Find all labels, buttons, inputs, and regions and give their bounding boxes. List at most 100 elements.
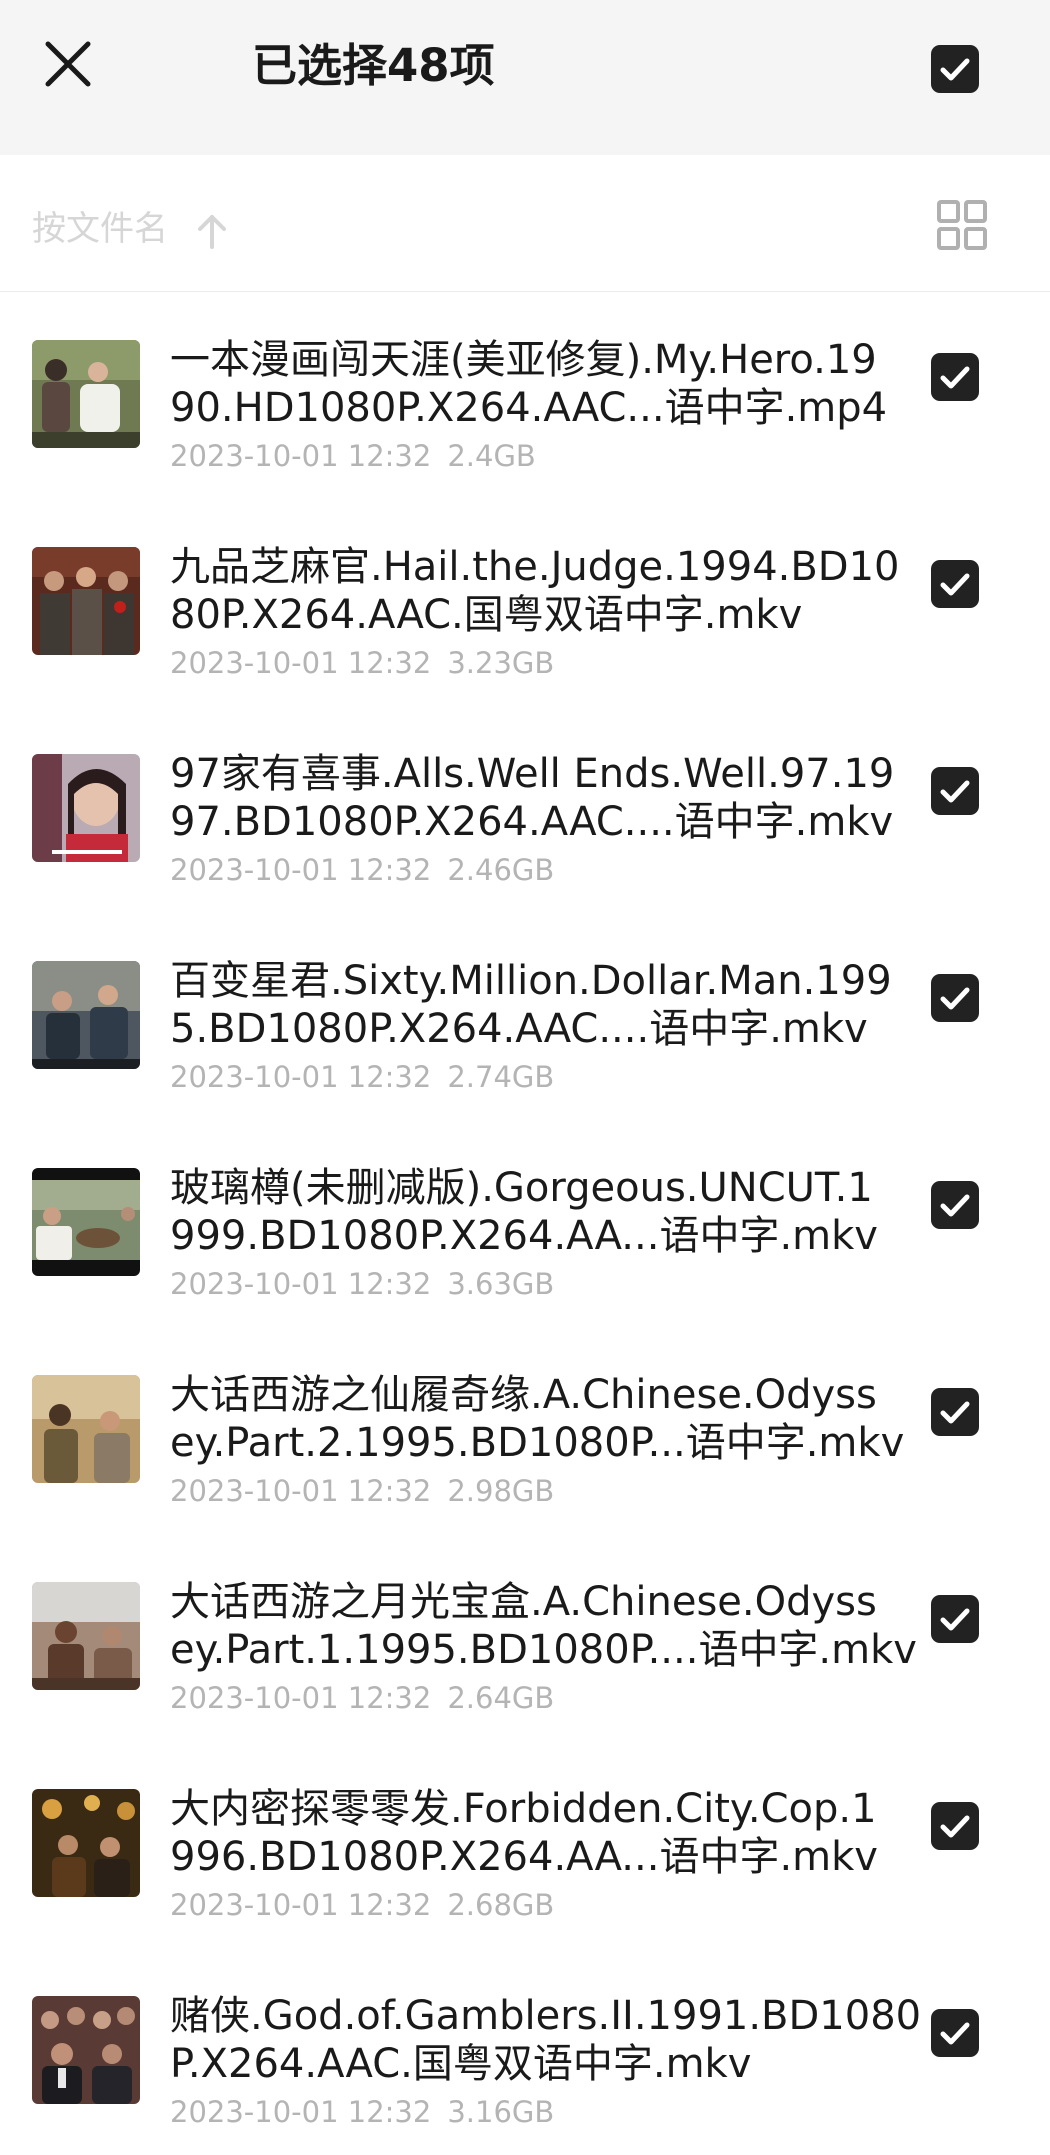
video-thumbnail (32, 1582, 140, 1690)
file-name: 一本漫画闯天涯(美亚修复).My.Hero.19 90.HD1080P.X264… (170, 336, 920, 432)
file-date: 2023-10-01 12:32 (170, 853, 432, 887)
file-name-line: 九品芝麻官.Hail.the.Judge.1994.BD10 (170, 544, 900, 590)
file-date: 2023-10-01 12:32 (170, 1060, 432, 1094)
file-name: 大内密探零零发.Forbidden.City.Cop.1 996.BD1080P… (170, 1785, 920, 1881)
file-name-line: 996.BD1080P.X264.AA...语中字.mkv (170, 1834, 878, 1880)
close-button[interactable] (36, 32, 100, 96)
file-meta: 2023-10-01 12:32 3.16GB (170, 2094, 554, 2130)
file-meta: 2023-10-01 12:32 2.74GB (170, 1059, 554, 1095)
file-meta: 2023-10-01 12:32 2.98GB (170, 1473, 554, 1509)
file-date: 2023-10-01 12:32 (170, 646, 432, 680)
row-checkbox[interactable] (930, 1801, 980, 1851)
video-thumbnail (32, 754, 140, 862)
file-name: 玻璃樽(未删减版).Gorgeous.UNCUT.1 999.BD1080P.X… (170, 1164, 920, 1260)
row-checkbox[interactable] (930, 352, 980, 402)
file-date: 2023-10-01 12:32 (170, 439, 432, 473)
file-row[interactable]: 一本漫画闯天涯(美亚修复).My.Hero.19 90.HD1080P.X264… (0, 292, 1050, 499)
file-date: 2023-10-01 12:32 (170, 1681, 432, 1715)
sort-bar: 按文件名 (0, 155, 1050, 292)
video-thumbnail (32, 1789, 140, 1897)
row-checkbox[interactable] (930, 1180, 980, 1230)
checkbox-checked-icon (931, 1181, 979, 1229)
file-row[interactable]: 97家有喜事.Alls.Well Ends.Well.97.19 97.BD10… (0, 706, 1050, 913)
file-name: 百变星君.Sixty.Million.Dollar.Man.199 5.BD10… (170, 957, 920, 1053)
video-thumbnail (32, 1375, 140, 1483)
video-thumbnail (32, 547, 140, 655)
video-thumbnail (32, 340, 140, 448)
file-name-line: 5.BD1080P.X264.AAC....语中字.mkv (170, 1006, 868, 1052)
video-thumbnail (32, 1168, 140, 1276)
file-name-line: ey.Part.2.1995.BD1080P...语中字.mkv (170, 1420, 905, 1466)
close-icon (45, 41, 91, 87)
file-name: 九品芝麻官.Hail.the.Judge.1994.BD10 80P.X264.… (170, 543, 920, 639)
file-name: 大话西游之仙履奇缘.A.Chinese.Odyss ey.Part.2.1995… (170, 1371, 920, 1467)
file-name-line: 大话西游之仙履奇缘.A.Chinese.Odyss (170, 1372, 877, 1418)
grid-view-icon[interactable] (936, 199, 988, 251)
file-date: 2023-10-01 12:32 (170, 2095, 432, 2129)
file-size: 2.68GB (447, 1888, 555, 1922)
row-checkbox[interactable] (930, 973, 980, 1023)
file-date: 2023-10-01 12:32 (170, 1267, 432, 1301)
checkbox-checked-icon (931, 45, 979, 93)
select-all-checkbox[interactable] (930, 44, 980, 94)
file-date: 2023-10-01 12:32 (170, 1474, 432, 1508)
file-size: 2.74GB (447, 1060, 555, 1094)
selection-header: 已选择48项 (0, 0, 1050, 155)
file-date: 2023-10-01 12:32 (170, 1888, 432, 1922)
file-name: 97家有喜事.Alls.Well Ends.Well.97.19 97.BD10… (170, 750, 920, 846)
checkbox-checked-icon (931, 1388, 979, 1436)
file-size: 3.63GB (447, 1267, 555, 1301)
sort-by-filename-button[interactable]: 按文件名 (32, 207, 168, 251)
row-checkbox[interactable] (930, 2008, 980, 2058)
checkbox-checked-icon (931, 353, 979, 401)
file-row[interactable]: 大话西游之仙履奇缘.A.Chinese.Odyss ey.Part.2.1995… (0, 1327, 1050, 1534)
file-meta: 2023-10-01 12:32 2.68GB (170, 1887, 554, 1923)
file-name-line: 80P.X264.AAC.国粤双语中字.mkv (170, 592, 803, 638)
file-meta: 2023-10-01 12:32 2.64GB (170, 1680, 554, 1716)
arrow-up-icon[interactable] (192, 211, 232, 251)
video-thumbnail (32, 961, 140, 1069)
file-name-line: 大话西游之月光宝盒.A.Chinese.Odyss (170, 1579, 877, 1625)
file-meta: 2023-10-01 12:32 2.46GB (170, 852, 554, 888)
file-name: 大话西游之月光宝盒.A.Chinese.Odyss ey.Part.1.1995… (170, 1578, 920, 1674)
file-name-line: 百变星君.Sixty.Million.Dollar.Man.199 (170, 958, 892, 1004)
checkbox-checked-icon (931, 974, 979, 1022)
row-checkbox[interactable] (930, 766, 980, 816)
checkbox-checked-icon (931, 560, 979, 608)
file-name-line: 玻璃樽(未删减版).Gorgeous.UNCUT.1 (170, 1165, 873, 1211)
file-name-line: 97家有喜事.Alls.Well Ends.Well.97.19 (170, 751, 895, 797)
checkbox-checked-icon (931, 1595, 979, 1643)
file-meta: 2023-10-01 12:32 3.23GB (170, 645, 554, 681)
file-size: 2.46GB (447, 853, 555, 887)
file-name-line: 大内密探零零发.Forbidden.City.Cop.1 (170, 1786, 877, 1832)
checkbox-checked-icon (931, 2009, 979, 2057)
file-row[interactable]: 玻璃樽(未删减版).Gorgeous.UNCUT.1 999.BD1080P.X… (0, 1120, 1050, 1327)
file-name-line: ey.Part.1.1995.BD1080P....语中字.mkv (170, 1627, 917, 1673)
row-checkbox[interactable] (930, 559, 980, 609)
file-size: 3.16GB (447, 2095, 555, 2129)
video-thumbnail (32, 1996, 140, 2104)
file-name-line: 赌侠.God.of.Gamblers.II.1991.BD1080 (170, 1993, 920, 2039)
file-size: 3.23GB (447, 646, 555, 680)
file-name-line: 一本漫画闯天涯(美亚修复).My.Hero.19 (170, 337, 877, 383)
file-size: 2.64GB (447, 1681, 555, 1715)
file-name-line: 90.HD1080P.X264.AAC...语中字.mp4 (170, 385, 888, 431)
file-meta: 2023-10-01 12:32 3.63GB (170, 1266, 554, 1302)
file-size: 2.98GB (447, 1474, 555, 1508)
page-title: 已选择48项 (252, 39, 495, 92)
file-name: 赌侠.God.of.Gamblers.II.1991.BD1080 P.X264… (170, 1992, 920, 2088)
file-row[interactable]: 大话西游之月光宝盒.A.Chinese.Odyss ey.Part.1.1995… (0, 1534, 1050, 1741)
file-name-line: P.X264.AAC.国粤双语中字.mkv (170, 2041, 752, 2087)
file-name-line: 999.BD1080P.X264.AA...语中字.mkv (170, 1213, 878, 1259)
file-row[interactable]: 百变星君.Sixty.Million.Dollar.Man.199 5.BD10… (0, 913, 1050, 1120)
file-row[interactable]: 大内密探零零发.Forbidden.City.Cop.1 996.BD1080P… (0, 1741, 1050, 1948)
row-checkbox[interactable] (930, 1594, 980, 1644)
checkbox-checked-icon (931, 1802, 979, 1850)
file-list: 一本漫画闯天涯(美亚修复).My.Hero.19 90.HD1080P.X264… (0, 292, 1050, 2155)
row-checkbox[interactable] (930, 1387, 980, 1437)
file-row[interactable]: 赌侠.God.of.Gamblers.II.1991.BD1080 P.X264… (0, 1948, 1050, 2155)
file-meta: 2023-10-01 12:32 2.4GB (170, 438, 536, 474)
checkbox-checked-icon (931, 767, 979, 815)
file-row[interactable]: 九品芝麻官.Hail.the.Judge.1994.BD10 80P.X264.… (0, 499, 1050, 706)
file-name-line: 97.BD1080P.X264.AAC....语中字.mkv (170, 799, 894, 845)
